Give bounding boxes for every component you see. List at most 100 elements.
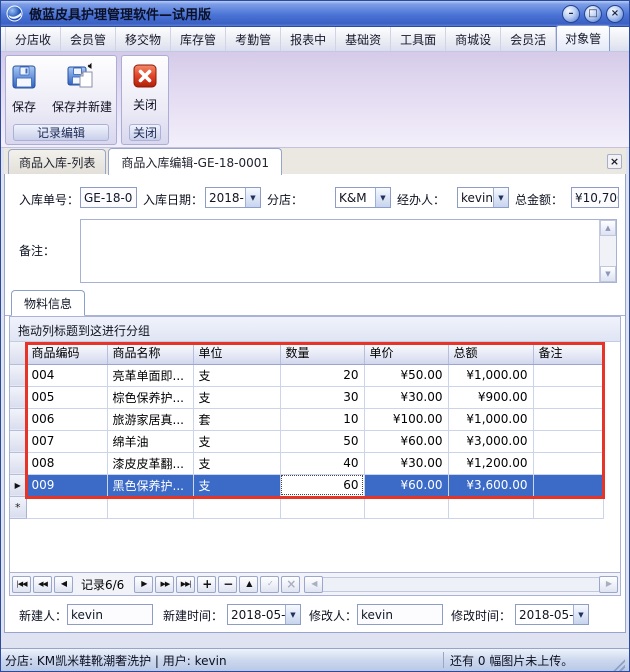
table-row[interactable]: 006 旅游家居真... 套 10 ¥100.00 ¥1,000.00 [10,408,603,430]
chevron-down-icon[interactable]: ▼ [573,605,588,624]
nav-last-button[interactable]: ▶▶| [176,576,195,593]
creator-field[interactable]: kevin [67,604,153,625]
note-scrollbar[interactable]: ▲ ▼ [599,220,616,282]
scroll-down-icon[interactable]: ▼ [600,266,616,282]
amount-label: 总金额： [515,191,563,208]
row-pointer-icon: ▶ [10,474,26,496]
date-label: 入库日期： [143,191,203,208]
material-tab-row: 物料信息 [5,292,625,316]
nav-add-button[interactable]: + [197,576,216,593]
menu-tab[interactable]: 报表中 [281,27,336,51]
ribbon-toolbar: 保存 保存并新建 记录编 [1,52,629,148]
nav-delete-button[interactable]: − [218,576,237,593]
menu-tab[interactable]: 库存管 [171,27,226,51]
menu-tab[interactable]: 移交物 [116,27,171,51]
new-row[interactable]: * [10,496,603,518]
form-header: 入库单号： GE-18-0 入库日期： 2018- ▼ 分店： K&M ▼ 经办… [5,174,625,292]
red-x-icon [132,63,158,92]
title-bar: 傲蓝皮具护理管理软件—试用版 – □ × [1,1,629,27]
ribbon-group-record-edit: 保存 保存并新建 记录编 [5,55,117,145]
chevron-down-icon[interactable]: ▼ [245,188,260,207]
nav-first-button[interactable]: |◀◀ [12,576,31,593]
minimize-button[interactable]: – [562,5,580,23]
modified-time-dropdown[interactable]: 2018-05-2 ▼ [515,604,589,625]
column-header[interactable]: 单价 [364,342,448,364]
handler-dropdown[interactable]: kevin ▼ [457,187,509,208]
chevron-down-icon[interactable]: ▼ [493,188,508,207]
floppy-disk-icon [10,63,38,94]
amount-field[interactable]: ¥10,700 [571,187,619,208]
tab-inbound-list[interactable]: 商品入库-列表 [8,149,106,174]
modifier-label: 修改人： [309,607,357,624]
branch-label: 分店： [267,191,303,208]
tab-close-icon[interactable]: × [607,154,622,169]
column-header[interactable]: 备注 [533,342,603,364]
nav-next-page-button[interactable]: ▶▶ [155,576,174,593]
menu-tab[interactable]: 基础资 [336,27,391,51]
scroll-up-icon[interactable]: ▲ [600,220,616,236]
created-time-label: 新建时间： [163,607,223,624]
table-row[interactable]: 004 亮革单面即... 支 20 ¥50.00 ¥1,000.00 [10,364,603,386]
created-time-dropdown[interactable]: 2018-05-2 ▼ [227,604,301,625]
close-form-button-label: 关闭 [133,96,157,113]
tab-inbound-edit[interactable]: 商品入库编辑-GE-18-0001 [108,148,282,175]
focused-cell[interactable]: 60 [280,474,364,496]
floppy-disk-new-icon [67,63,97,94]
tab-material-info[interactable]: 物料信息 [11,290,85,316]
status-branch-user: 分店: KM凯米鞋靴潮奢洗护 | 用户: kevin [5,652,437,669]
column-header[interactable]: 单位 [193,342,280,364]
maximize-button[interactable]: □ [584,5,602,23]
menu-tab[interactable]: 分店收 [5,27,61,51]
table-row[interactable]: 007 绵羊油 支 50 ¥60.00 ¥3,000.00 [10,430,603,452]
scroll-left-icon[interactable]: ◀ [304,576,323,593]
nav-edit-button[interactable]: ▲ [239,576,258,593]
nav-post-button[interactable]: ✓ [260,576,279,593]
branch-dropdown[interactable]: K&M ▼ [335,187,391,208]
new-row-marker: * [10,496,26,518]
menu-tab[interactable]: 会员活 [501,27,556,51]
menu-tab[interactable]: 考勤管 [226,27,281,51]
menu-bar: 分店收 会员管 移交物 库存管 考勤管 报表中 基础资 工具面 商城设 会员活 … [1,27,629,52]
nav-prev-page-button[interactable]: ◀◀ [33,576,52,593]
nav-prev-button[interactable]: ◀ [54,576,73,593]
menu-tab-active[interactable]: 对象管 [556,25,610,51]
order-no-label: 入库单号： [19,191,79,208]
resize-grip[interactable] [612,658,625,671]
window-title: 傲蓝皮具护理管理软件—试用版 [29,4,562,23]
nav-next-button[interactable]: ▶ [134,576,153,593]
grid-horizontal-scrollbar[interactable]: ◀ ▶ [304,576,618,593]
note-textarea[interactable]: ▲ ▼ [80,219,617,283]
menu-tab[interactable]: 工具面 [391,27,446,51]
indicator-corner [10,342,26,364]
nav-cancel-button[interactable]: × [281,576,300,593]
menu-tab[interactable]: 商城设 [446,27,501,51]
modified-time-label: 修改时间： [451,607,511,624]
close-form-button[interactable]: 关闭 [126,59,164,115]
date-dropdown[interactable]: 2018- ▼ [205,187,261,208]
items-table: 商品编码 商品名称 单位 数量 单价 总额 备注 004 亮革单面即... [10,342,604,519]
column-header[interactable]: 总额 [448,342,533,364]
chevron-down-icon[interactable]: ▼ [375,188,390,207]
ribbon-group-close: 关闭 关闭 [121,55,169,145]
status-divider [443,652,444,668]
edit-page: 入库单号： GE-18-0 入库日期： 2018- ▼ 分店： K&M ▼ 经办… [4,173,626,633]
status-bar: 分店: KM凯米鞋靴潮奢洗护 | 用户: kevin 还有 0 幅图片未上传。 [1,648,629,671]
table-row[interactable]: 008 漆皮皮革翻... 支 40 ¥30.00 ¥1,200.00 [10,452,603,474]
group-by-hint: 拖动列标题到这进行分组 [10,317,620,342]
column-header[interactable]: 数量 [280,342,364,364]
app-logo-icon [6,5,23,22]
table-row-selected[interactable]: ▶ 009 黑色保养护... 支 60 ¥60.00 ¥3,600.00 [10,474,603,496]
column-header[interactable]: 商品名称 [107,342,193,364]
chevron-down-icon[interactable]: ▼ [285,605,300,624]
close-button[interactable]: × [606,5,624,23]
column-header[interactable]: 商品编码 [26,342,107,364]
scroll-right-icon[interactable]: ▶ [599,576,618,593]
audit-fields: 新建人： kevin 新建时间： 2018-05-2 ▼ 修改人： kevin … [5,596,625,632]
save-and-new-button[interactable]: 保存并新建 [46,59,118,117]
order-no-field[interactable]: GE-18-0 [80,187,137,208]
table-row[interactable]: 005 棕色保养护... 支 30 ¥30.00 ¥900.00 [10,386,603,408]
modifier-field[interactable]: kevin [357,604,443,625]
items-grid-panel: 拖动列标题到这进行分组 商品编码 商品名称 单位 数量 [9,316,621,573]
save-button[interactable]: 保存 [4,59,44,117]
menu-tab[interactable]: 会员管 [61,27,116,51]
